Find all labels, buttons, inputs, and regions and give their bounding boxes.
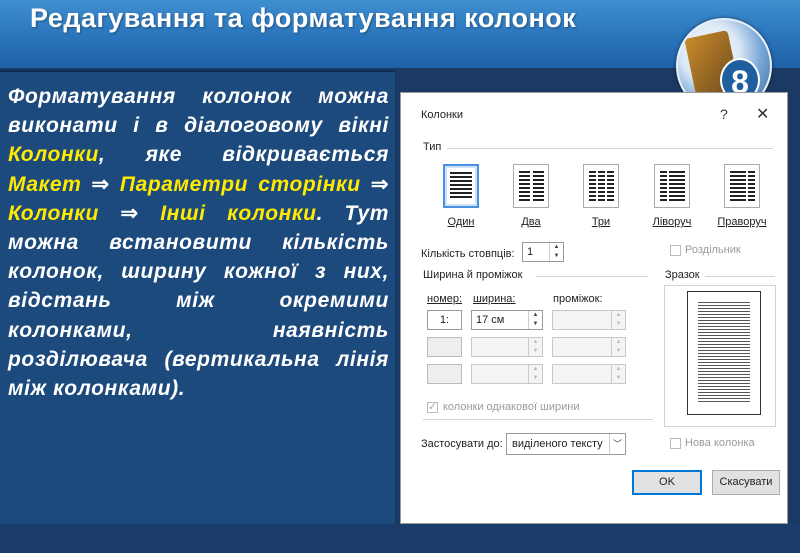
preview-lines (698, 302, 750, 404)
arrow-1: ⇒ (91, 172, 110, 196)
row-3-width-arrows-icon: ▲ ▼ (528, 365, 542, 383)
width-separator (536, 276, 648, 277)
slide-title: Редагування та форматування колонок (30, 3, 577, 33)
three-columns-icon-part (598, 171, 605, 201)
spacing-stepper-arrows-icon: ▲ ▼ (611, 311, 625, 329)
highlight-layout: Макет (8, 172, 82, 196)
left-layout-icon (660, 171, 667, 201)
column-spacing-header: проміжок: (553, 293, 603, 305)
width-stepper-arrows-icon[interactable]: ▲ ▼ (528, 311, 542, 329)
row-1-number: 1: (427, 310, 462, 330)
column-number-header: номер: (427, 293, 463, 305)
columns-dialog: Колонки ? ✕ Тип Один Два Три Ліворуч Пра… (400, 92, 788, 524)
new-column-checkbox[interactable] (670, 438, 681, 449)
preset-one-label: Один (447, 216, 475, 228)
row-1-width-stepper[interactable]: 17 см ▲ ▼ (471, 310, 543, 330)
preview-separator (705, 276, 775, 277)
equal-width-label: колонки однакової ширини (443, 401, 580, 413)
help-button[interactable]: ? (720, 106, 728, 122)
body-text-8: . Тут можна встановити кількість колонок… (8, 201, 389, 401)
column-count-label: Кількість стовпців: (421, 248, 515, 260)
row-3-spacing-stepper: ▲ ▼ (552, 364, 626, 384)
cancel-button[interactable]: Скасувати (712, 470, 780, 495)
right-layout-icon (730, 171, 746, 201)
row-2-number (427, 337, 462, 357)
column-count-value: 1 (527, 246, 534, 258)
preset-two-button[interactable] (513, 164, 549, 208)
type-separator (447, 148, 773, 149)
dialog-title: Колонки (421, 109, 463, 121)
text-panel: Форматування колонок можна виконати і в … (0, 70, 395, 524)
preview-page (687, 291, 761, 415)
width-group-bottom (423, 419, 653, 420)
preset-two-label: Два (521, 216, 541, 228)
arrow-3: ⇒ (120, 201, 139, 225)
row-1-width-value: 17 см (476, 314, 505, 326)
apply-to-select[interactable]: виділеного тексту ﹀ (506, 433, 626, 455)
row-3-spacing-arrows-icon: ▲ ▼ (611, 365, 625, 383)
right-layout-icon-part (748, 171, 755, 201)
preset-right-label: Праворуч (717, 216, 767, 228)
three-columns-icon (589, 171, 596, 201)
body-paragraph: Форматування колонок можна виконати і в … (8, 82, 389, 403)
highlight-more-columns: Інші колонки (160, 201, 317, 225)
preset-three-button[interactable] (583, 164, 619, 208)
body-text-3: , яке відкривається (98, 143, 389, 167)
one-column-icon (450, 172, 472, 200)
preset-right-button[interactable] (724, 164, 760, 208)
highlight-page-setup: Параметри сторінки (119, 172, 361, 196)
column-width-header: ширина: (473, 293, 516, 305)
apply-to-value: виділеного тексту (512, 438, 603, 450)
row-1-spacing-stepper: ▲ ▼ (552, 310, 626, 330)
row-3-number (427, 364, 462, 384)
left-layout-icon-part (669, 171, 685, 201)
ok-button[interactable]: OK (632, 470, 702, 495)
type-group-label: Тип (423, 141, 442, 153)
highlight-columns-2: Колонки (8, 201, 99, 225)
stepper-arrows-icon[interactable]: ▲ ▼ (549, 243, 563, 261)
separator-checkbox[interactable] (670, 245, 681, 256)
bottom-strip (0, 524, 800, 553)
close-button[interactable]: ✕ (756, 104, 769, 124)
separator-label: Роздільник (685, 244, 741, 256)
preset-one-button[interactable] (443, 164, 479, 208)
three-columns-icon-part-2 (607, 171, 614, 201)
preset-left-button[interactable] (654, 164, 690, 208)
row-3-width-stepper: ▲ ▼ (471, 364, 543, 384)
width-group-label: Ширина й проміжок (423, 269, 523, 281)
highlight-columns: Колонки (8, 143, 99, 167)
chevron-down-icon[interactable]: ﹀ (609, 434, 625, 454)
apply-to-label: Застосувати до: (421, 438, 503, 450)
row-2-width-stepper: ▲ ▼ (471, 337, 543, 357)
two-columns-icon-part (533, 171, 544, 201)
column-count-stepper[interactable]: 1 ▲ ▼ (522, 242, 564, 262)
row-2-spacing-arrows-icon: ▲ ▼ (611, 338, 625, 356)
preset-three-label: Три (591, 216, 611, 228)
arrow-2: ⇒ (370, 172, 390, 196)
preview-label: Зразок (665, 269, 700, 281)
new-column-label: Нова колонка (685, 437, 755, 449)
row-2-width-arrows-icon: ▲ ▼ (528, 338, 542, 356)
row-2-spacing-stepper: ▲ ▼ (552, 337, 626, 357)
two-columns-icon (519, 171, 530, 201)
equal-width-checkbox[interactable] (427, 400, 438, 413)
body-text-1: Форматування колонок можна виконати і в … (8, 85, 389, 138)
preset-left-label: Ліворуч (652, 216, 692, 228)
